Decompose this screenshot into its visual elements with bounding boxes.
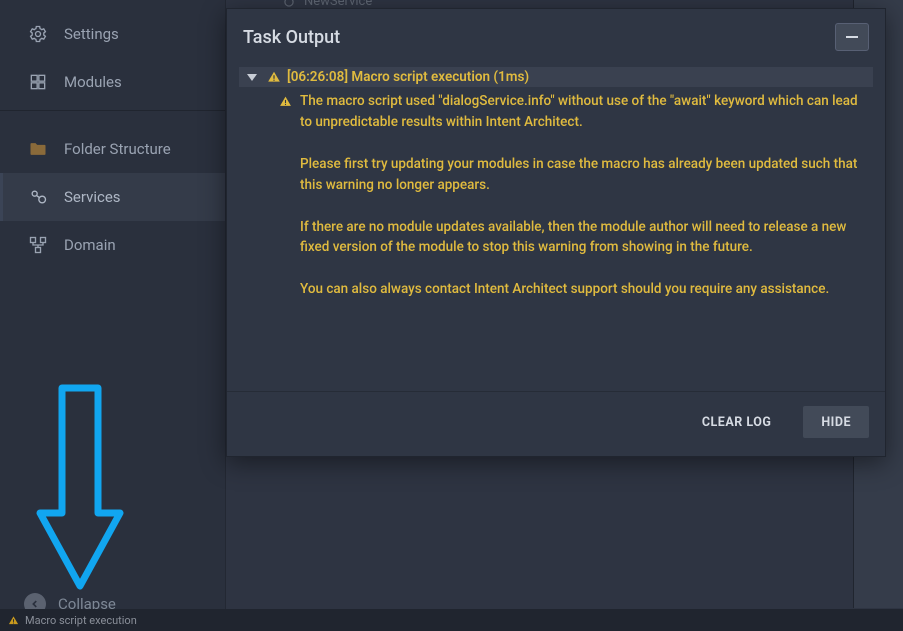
expand-toggle-icon[interactable]	[247, 74, 257, 81]
sidebar-item-label: Settings	[64, 25, 119, 43]
sidebar-item-settings[interactable]: Settings	[0, 10, 225, 58]
sidebar-item-folder-structure[interactable]: Folder Structure	[0, 125, 225, 173]
sidebar-item-domain[interactable]: Domain	[0, 221, 225, 269]
sidebar-item-label: Domain	[64, 236, 116, 254]
log-entry-message: The macro script used "dialogService.inf…	[239, 87, 873, 300]
dialog-titlebar: Task Output	[227, 9, 885, 61]
domain-icon	[28, 235, 48, 255]
dialog-body: [06:26:08] Macro script execution (1ms) …	[227, 61, 885, 391]
log-entry-text: The macro script used "dialogService.inf…	[300, 91, 867, 300]
divider	[0, 110, 225, 111]
dialog-title: Task Output	[243, 27, 340, 48]
sidebar-item-modules[interactable]: Modules	[0, 58, 225, 106]
clear-log-button[interactable]: CLEAR LOG	[684, 406, 790, 438]
services-icon	[28, 187, 48, 207]
minimize-button[interactable]	[835, 23, 869, 51]
sidebar-item-label: Modules	[64, 73, 122, 91]
status-bar[interactable]: Macro script execution	[0, 609, 903, 631]
warning-icon	[8, 615, 19, 626]
sidebar-item-label: Services	[64, 188, 121, 206]
status-text: Macro script execution	[25, 614, 137, 627]
dialog-footer: CLEAR LOG HIDE	[227, 391, 885, 456]
log-entry-header[interactable]: [06:26:08] Macro script execution (1ms)	[239, 67, 873, 87]
minimize-icon	[846, 36, 858, 38]
sidebar-item-label: Folder Structure	[64, 140, 171, 158]
sidebar-item-services[interactable]: Services	[0, 173, 225, 221]
warning-icon	[267, 70, 281, 84]
warning-icon	[279, 95, 292, 108]
modules-icon	[28, 72, 48, 92]
task-output-dialog: Task Output [06:26:08] Macro script exec…	[226, 8, 886, 457]
folder-icon	[28, 139, 48, 159]
hide-button[interactable]: HIDE	[803, 406, 869, 438]
log-entry-title: [06:26:08] Macro script execution (1ms)	[287, 69, 529, 85]
sidebar: Settings Modules Folder Structure	[0, 0, 226, 631]
gear-icon	[28, 24, 48, 44]
